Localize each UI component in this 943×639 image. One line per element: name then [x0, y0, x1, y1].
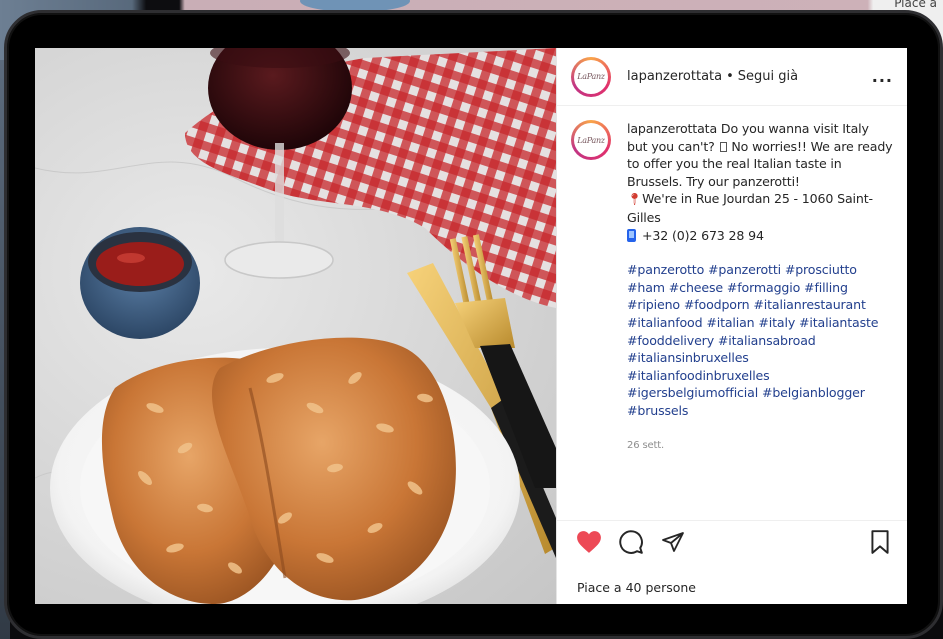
caption-address-line: 📍︎We're in Rue Jourdan 25 - 1060 Saint-G…: [627, 190, 893, 226]
post-username-link[interactable]: lapanzerottata: [627, 69, 722, 84]
hashtag-link[interactable]: #ham: [627, 280, 665, 295]
background-likes-text: Piace a: [894, 0, 937, 10]
heart-icon[interactable]: [575, 528, 603, 556]
hashtag-link[interactable]: #panzerotto: [627, 262, 704, 277]
instagram-post-screen: LaPanz lapanzerottata • Segui già ... La…: [35, 48, 907, 604]
caption-phone-line: +32 (0)2 673 28 94: [627, 227, 893, 245]
hashtag-link[interactable]: #brussels: [627, 403, 688, 418]
food-photo-illustration: [35, 48, 556, 604]
caption-section: LaPanz lapanzerottata Do you wanna visit…: [557, 106, 907, 454]
post-timestamp[interactable]: 26 sett.: [627, 437, 893, 455]
post-side-panel: LaPanz lapanzerottata • Segui già ... La…: [556, 48, 907, 604]
hashtag-link[interactable]: #cheese: [669, 280, 723, 295]
hashtag-link[interactable]: #foodporn: [684, 297, 750, 312]
hashtag-link[interactable]: #italiantaste: [799, 315, 879, 330]
caption-address: We're in Rue Jourdan 25 - 1060 Saint-Gil…: [627, 191, 873, 225]
hashtag-link[interactable]: #fooddelivery: [627, 333, 714, 348]
comment-icon[interactable]: [617, 528, 645, 556]
follow-status-button[interactable]: Segui già: [738, 69, 798, 84]
hashtag-link[interactable]: #filling: [804, 280, 848, 295]
hashtag-link[interactable]: #panzerotti: [708, 262, 781, 277]
post-caption: lapanzerottata Do you wanna visit Italy …: [627, 120, 893, 454]
more-options-icon[interactable]: ...: [872, 67, 893, 86]
avatar[interactable]: LaPanz: [571, 56, 611, 97]
hashtag-link[interactable]: #igersbelgiumofficial: [627, 385, 758, 400]
hashtag-link[interactable]: #italianfood: [627, 315, 703, 330]
caption-hashtags: #panzerotto #panzerotti #prosciutto #ham…: [627, 261, 893, 419]
likes-count[interactable]: Piace a 40 persone: [577, 580, 696, 595]
emoji-placeholder-icon: [719, 141, 727, 152]
hashtag-link[interactable]: #italianrestaurant: [753, 297, 866, 312]
avatar-logo: LaPanz: [574, 59, 608, 94]
hashtag-link[interactable]: #belgianblogger: [762, 385, 865, 400]
hashtag-link[interactable]: #ripieno: [627, 297, 680, 312]
caption-phone: +32 (0)2 673 28 94: [642, 227, 764, 243]
hashtag-link[interactable]: #formaggio: [727, 280, 800, 295]
caption-username-link[interactable]: lapanzerottata: [627, 121, 717, 136]
header-separator: •: [726, 69, 734, 84]
hashtag-link[interactable]: #prosciutto: [785, 262, 857, 277]
post-action-bar: [557, 520, 907, 562]
hashtag-link[interactable]: #italianfoodinbruxelles: [627, 368, 770, 383]
caption-avatar-logo: LaPanz: [574, 123, 608, 157]
caption-main-text: lapanzerottata Do you wanna visit Italy …: [627, 120, 893, 190]
pin-icon: 📍︎: [627, 192, 643, 207]
hashtag-link[interactable]: #italiansinbruxelles: [627, 350, 749, 365]
hashtag-link[interactable]: #italiansabroad: [718, 333, 816, 348]
hashtag-link[interactable]: #italy: [758, 315, 795, 330]
hashtag-link[interactable]: #italian: [706, 315, 754, 330]
share-icon[interactable]: [659, 528, 687, 556]
phone-icon: [627, 228, 636, 242]
caption-avatar[interactable]: LaPanz: [571, 120, 611, 160]
post-header: LaPanz lapanzerottata • Segui già ...: [557, 48, 907, 106]
bookmark-icon[interactable]: [866, 528, 894, 556]
post-photo[interactable]: [35, 48, 556, 604]
